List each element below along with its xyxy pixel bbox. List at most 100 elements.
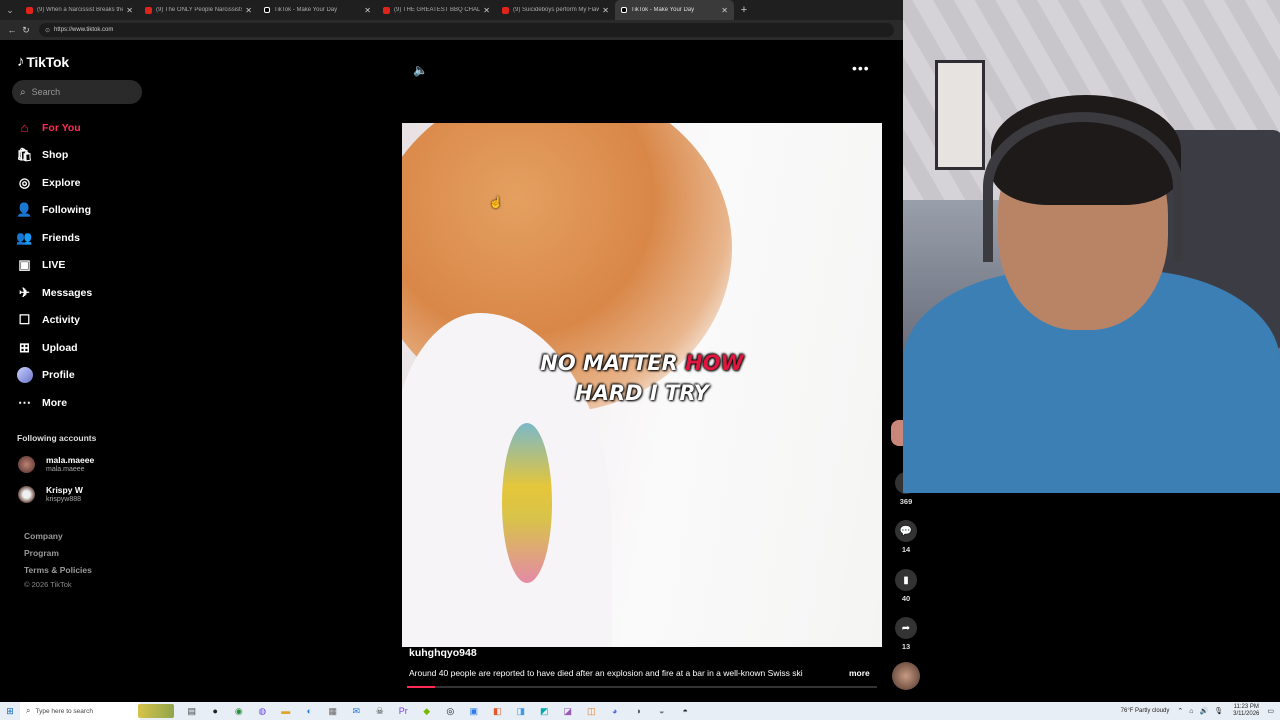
back-arrow-icon[interactable]: ←	[5, 25, 19, 35]
folder-icon[interactable]: ▬	[274, 702, 298, 720]
sidebar-item-label: Shop	[42, 149, 69, 162]
compass-icon: ◎	[18, 174, 31, 190]
following-account-mala[interactable]: mala.maeee mala.maeee	[18, 455, 94, 474]
close-tab-icon[interactable]: ✕	[245, 6, 252, 15]
close-tab-icon[interactable]: ✕	[721, 6, 728, 15]
discord-icon[interactable]: ◕	[603, 702, 627, 720]
app-icon-6[interactable]: ◪	[556, 702, 580, 720]
close-tab-icon[interactable]: ✕	[602, 6, 609, 15]
account-handle: mala.maeee	[46, 466, 85, 473]
music-disc-icon[interactable]	[892, 662, 920, 690]
obs-icon[interactable]: ●	[204, 702, 228, 720]
taskbar-clock[interactable]: 11:23 PM 3/11/2026	[1233, 704, 1259, 718]
shopping-bag-icon: 🛍	[16, 147, 33, 163]
webcam-overlay	[903, 0, 1280, 493]
sidebar-item-profile[interactable]: Profile	[16, 362, 166, 390]
app-icon-2[interactable]: ▣	[462, 702, 486, 720]
taskbar-search-input[interactable]: ⌕ Type here to search	[20, 702, 140, 720]
tab-title: TikTok - Make Your Day	[631, 7, 695, 13]
caption-text-line2: HARD I TRY	[575, 381, 709, 405]
sidebar-item-friends[interactable]: 👥 Friends	[16, 224, 166, 252]
description-more-link[interactable]: more	[849, 668, 870, 678]
app-icon-4[interactable]: ◨	[509, 702, 533, 720]
github-icon[interactable]: ◎	[439, 702, 463, 720]
app-icon-9[interactable]: ◒	[650, 702, 674, 720]
webcam-headset	[983, 112, 1183, 262]
app-icon-8[interactable]: ◑	[627, 702, 651, 720]
more-options-icon[interactable]: •••	[852, 60, 870, 76]
sidebar-item-following[interactable]: 👤 Following	[16, 197, 166, 225]
new-tab-button[interactable]: +	[734, 4, 754, 16]
windows-start-icon[interactable]: ⊞	[0, 706, 20, 717]
copyright: © 2026 TikTok	[24, 580, 72, 589]
share-action[interactable]: ➦ 13	[889, 617, 923, 651]
video-progress-bar[interactable]	[407, 686, 877, 688]
url-field[interactable]: ⊙ https://www.tiktok.com	[39, 23, 894, 37]
browser-tab[interactable]: (9) THE GREATEST BBQ CHALLENG✕	[377, 0, 496, 20]
sidebar-item-live[interactable]: ▣ LIVE	[16, 252, 166, 280]
windows-taskbar: ⊞ ⌕ Type here to search ▤ ● ◉ ◍ ▬ ◐ ▦ ✉ ☠ Pr ◆ ◎ ▣ ◧ ◨…	[0, 702, 1280, 720]
browser-tab[interactable]: (9) When a Narcissist Breaks the L ✕	[20, 0, 139, 20]
following-account-krispy[interactable]: Krispy W krispyw888	[18, 485, 83, 504]
browser-tab[interactable]: TikTok - Make Your Day ✕	[615, 0, 734, 20]
browser-tab-strip: ⌄ (9) When a Narcissist Breaks the L ✕ (9)…	[0, 0, 903, 20]
sidebar-item-for-you[interactable]: ⌂ For You	[16, 114, 166, 142]
app-icon-7[interactable]: ◫	[580, 702, 604, 720]
taskbar-search-placeholder: Type here to search	[35, 707, 93, 715]
app-icon-3[interactable]: ◧	[486, 702, 510, 720]
steam-icon[interactable]: ◓	[674, 702, 698, 720]
sidebar-item-activity[interactable]: ☐ Activity	[16, 307, 166, 335]
comment-icon[interactable]: 💬	[895, 520, 917, 542]
browser-tab[interactable]: (9) Suicideboys perform My Flaw ✕	[496, 0, 615, 20]
video-author[interactable]: kuhghqyo948	[409, 647, 477, 659]
sidebar-item-shop[interactable]: 🛍 Shop	[16, 142, 166, 170]
weather-widget[interactable]: 76°F Partly cloudy	[1121, 708, 1170, 714]
browser-tab[interactable]: (9) The ONLY People Narcissists H ✕	[139, 0, 258, 20]
sidebar-item-label: LIVE	[42, 259, 66, 272]
footer-link-terms[interactable]: Terms & Policies	[24, 565, 92, 575]
sidebar-item-upload[interactable]: ⊞ Upload	[16, 334, 166, 362]
calculator-icon[interactable]: ▦	[321, 702, 345, 720]
search-highlight-image[interactable]	[138, 704, 174, 718]
close-tab-icon[interactable]: ✕	[126, 6, 133, 15]
account-name: mala.maeee	[46, 455, 95, 465]
save-action[interactable]: ▮ 40	[889, 569, 923, 603]
app-icon[interactable]: ◍	[251, 702, 275, 720]
premiere-icon[interactable]: Pr	[392, 702, 416, 720]
footer-link-company[interactable]: Company	[24, 531, 63, 541]
volume-icon[interactable]: 🔈	[413, 63, 428, 77]
mail-icon[interactable]: ✉	[345, 702, 369, 720]
upload-plus-icon: ⊞	[19, 339, 30, 355]
browser-tab[interactable]: TikTok - Make Your Day ✕	[258, 0, 377, 20]
chrome-icon[interactable]: ◉	[227, 702, 251, 720]
tab-search-icon[interactable]: ⌄	[0, 0, 20, 20]
volume-tray-icon[interactable]: 🔊	[1200, 707, 1209, 715]
share-arrow-icon[interactable]: ➦	[895, 617, 917, 639]
app-icon-5[interactable]: ◩	[533, 702, 557, 720]
youtube-favicon-icon	[502, 6, 509, 14]
search-input[interactable]: ⌕ Search	[12, 80, 142, 104]
tiktok-logo[interactable]: ♪ TikTok	[17, 53, 69, 70]
sidebar-item-more[interactable]: ⋯ More	[16, 389, 166, 417]
search-placeholder: Search	[31, 87, 61, 97]
alienware-icon[interactable]: ☠	[368, 702, 392, 720]
edge-icon[interactable]: ◐	[298, 702, 322, 720]
close-tab-icon[interactable]: ✕	[483, 6, 490, 15]
reload-icon[interactable]: ↻	[19, 25, 33, 36]
sidebar-item-messages[interactable]: ✈ Messages	[16, 279, 166, 307]
avatar	[18, 456, 35, 473]
close-tab-icon[interactable]: ✕	[364, 6, 371, 15]
sidebar-item-explore[interactable]: ◎ Explore	[16, 169, 166, 197]
sidebar-item-label: Explore	[42, 176, 81, 189]
file-explorer-icon[interactable]: ▤	[180, 702, 204, 720]
notification-icon[interactable]: ▭	[1267, 707, 1274, 715]
video-player[interactable]: NO MATTER HOW HARD I TRY	[402, 123, 882, 647]
site-info-icon[interactable]: ⊙	[45, 27, 50, 34]
network-icon[interactable]: ⌂	[1189, 708, 1193, 715]
nvidia-icon[interactable]: ◆	[415, 702, 439, 720]
comment-action[interactable]: 💬 14	[889, 520, 923, 554]
bookmark-icon[interactable]: ▮	[895, 569, 917, 591]
microphone-icon[interactable]: 🎙	[1214, 707, 1223, 715]
footer-link-program[interactable]: Program	[24, 548, 59, 558]
tray-overflow-icon[interactable]: ⌃	[1177, 707, 1183, 715]
